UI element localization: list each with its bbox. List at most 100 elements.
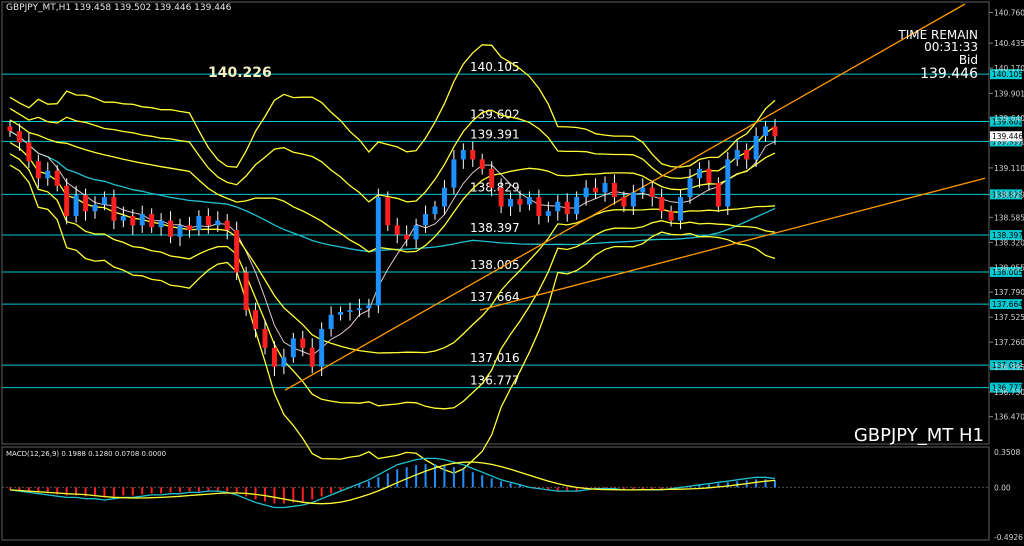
price-axis-tick-label: 137.260 [994,338,1024,347]
candle-body [290,338,296,358]
candle-body [725,159,731,207]
price-axis-tick-label: 136.730 [994,388,1024,397]
bid-label: Bid [959,53,978,67]
price-axis-tick-label: 137.525 [994,313,1024,322]
candle-body [16,131,22,143]
candle-body [564,201,570,215]
candle-body [271,347,277,367]
candle-body [120,215,126,221]
price-axis-tick-label: 139.391 [994,137,1024,146]
symbol-timeframe-label: GBPJPY_MT H1 [854,425,984,446]
level-label: 139.391 [470,127,520,141]
candle-body [611,182,617,198]
candle-body [35,161,41,179]
candle-body [536,197,542,216]
candle-body [7,126,13,132]
candle-body [139,214,145,226]
price-axis-tick-label: 140.435 [994,39,1024,48]
candle-body [432,206,438,215]
macd-header: MACD(12,26,9) 0.1988 0.1280 0.0708 0.000… [6,450,166,458]
chart-window: 140.105 140.105 139.602 139.602 139.391 139.3… [0,0,1024,542]
level-label: 140.105 [470,60,520,74]
level-axis-box-label: 137.664 [992,300,1023,309]
candle-body [498,187,504,207]
candle-body [602,182,608,193]
bid-value: 139.446 [920,66,978,82]
candle-body [158,220,164,228]
candle-body [101,197,107,205]
candle-body [224,220,230,231]
candle-body [64,185,70,216]
candle-body [508,198,514,207]
candle-body [281,357,287,367]
candle-body [630,192,636,207]
candle-body [593,187,599,193]
candle-body [338,312,344,315]
candle-body [763,126,769,136]
candle-body [205,215,211,226]
candle-body [168,220,174,237]
candle-body [196,215,202,231]
candle-body [54,170,60,186]
candle-body [385,197,391,226]
candle-body [460,150,466,160]
candle-body [451,159,457,188]
candle-body [413,225,419,240]
candle-body [73,195,79,216]
candle-body [328,314,334,329]
level-label: 138.397 [470,221,520,235]
candle-body [347,310,353,313]
macd-axis-label: 0.00 [994,483,1011,492]
candle-body [441,187,447,207]
candle-body [243,272,249,311]
candle-body [734,150,740,160]
candle-body [111,197,117,221]
price-axis-tick-label: 140.760 [994,8,1024,17]
price-axis-tick-label: 140.170 [994,64,1024,73]
candle-body [545,211,551,216]
candle-body [479,159,485,169]
candle-body [394,225,400,235]
chart-canvas: 140.105140.105139.602139.602139.391139.3… [0,0,1024,542]
time-remain-value: 00:31:33 [924,40,978,54]
candle-body [753,135,759,160]
price-axis-tick-label: 138.585 [994,213,1024,222]
candle-body [470,150,476,160]
candle-body [130,215,136,226]
macd-axis-label: 0.3508 [994,448,1020,457]
candle-body [366,305,372,309]
candle-body [186,225,192,231]
level-label: 138.005 [470,258,520,272]
candle-body [375,197,381,306]
level-label: 139.602 [470,108,520,122]
candle-body [253,310,259,329]
candle-body [45,170,51,179]
level-label: 138.829 [470,180,520,194]
candle-body [696,168,702,179]
price-axis-tick-label: 138.055 [994,263,1024,272]
price-axis-tick-label: 139.901 [994,89,1024,98]
price-axis-tick-label: 139.110 [994,164,1024,173]
candle-body [423,214,429,226]
candle-body [234,230,240,273]
price-axis-tick-label: 139.640 [994,114,1024,123]
candle-body [621,197,627,207]
candle-body [526,197,532,205]
candle-body [319,328,325,367]
candle-body [687,178,693,198]
candle-body [177,225,183,237]
candle-body [26,142,32,162]
candle-body [92,204,98,212]
candle-body [215,220,221,226]
candle-body [309,347,315,367]
candle-body [555,201,561,212]
candle-body [744,150,750,160]
candle-body [149,214,155,228]
candle-body [583,187,589,198]
candle-body [300,338,306,348]
candle-body [356,308,362,311]
candle-body [649,187,655,198]
candle-body [83,195,89,212]
price-axis-tick-label: 136.470 [994,413,1024,422]
candle-body [517,198,523,205]
